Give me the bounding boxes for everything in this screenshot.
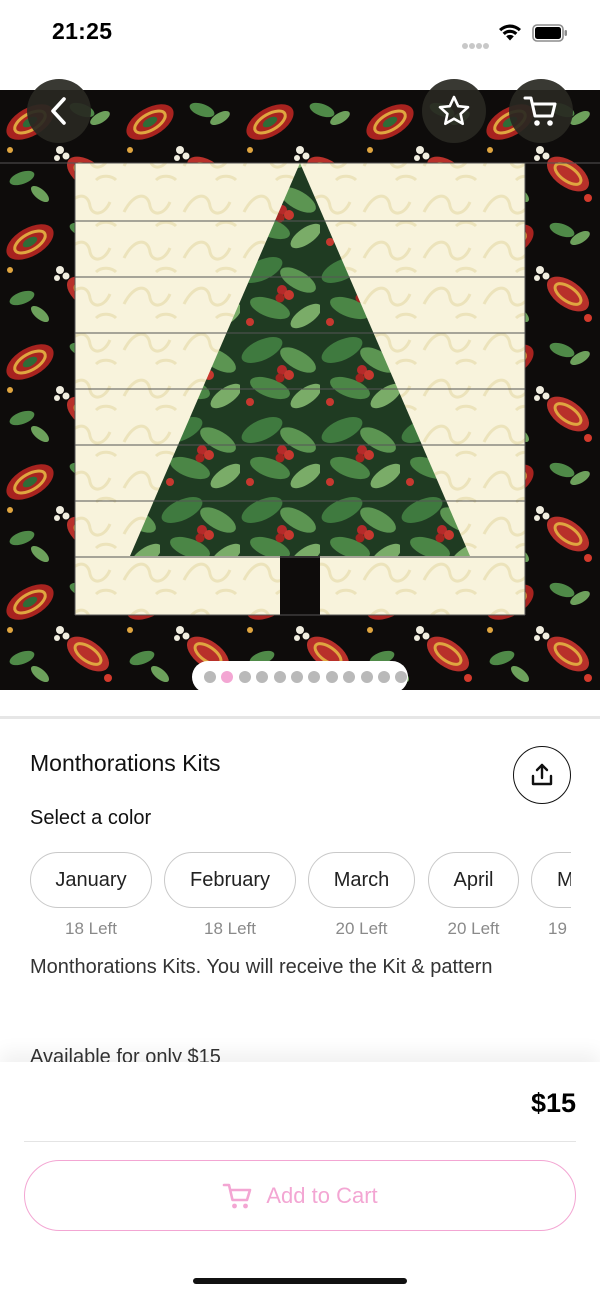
- cart-icon: [523, 96, 557, 126]
- star-icon: [438, 95, 470, 126]
- header-cart-button[interactable]: [509, 79, 573, 143]
- color-chip-january[interactable]: January: [30, 852, 152, 908]
- image-pager[interactable]: [192, 661, 408, 693]
- product-image[interactable]: [0, 90, 600, 690]
- color-chip-february[interactable]: February: [164, 852, 296, 908]
- pager-dot[interactable]: [308, 671, 321, 683]
- back-button[interactable]: [27, 79, 91, 143]
- home-indicator: [193, 1278, 407, 1284]
- pager-dot[interactable]: [395, 671, 408, 683]
- favorite-button[interactable]: [422, 79, 486, 143]
- share-button[interactable]: [513, 746, 571, 804]
- pager-dot[interactable]: [360, 671, 373, 683]
- color-option: February 18 Left: [164, 852, 296, 939]
- pager-dot[interactable]: [378, 671, 390, 683]
- color-option: M 19 L: [531, 852, 571, 939]
- product-description: Monthorations Kits. You will receive the…: [30, 956, 493, 978]
- pager-dot[interactable]: [221, 671, 234, 683]
- pager-dot[interactable]: [256, 671, 269, 683]
- pager-dot[interactable]: [204, 671, 216, 683]
- stock-label: 19 L: [548, 919, 571, 938]
- divider: [24, 1141, 576, 1142]
- stock-label: 20 Left: [447, 919, 500, 938]
- cart-icon: [223, 1183, 252, 1208]
- select-color-label: Select a color: [30, 807, 152, 829]
- stock-label: 20 Left: [335, 919, 388, 938]
- product-title: Monthorations Kits: [30, 750, 221, 776]
- pager-dot[interactable]: [325, 671, 338, 683]
- stock-label: 18 Left: [204, 919, 256, 938]
- signal-icon: [462, 36, 490, 54]
- battery-icon: [532, 24, 567, 42]
- stock-label: 18 Left: [65, 919, 117, 938]
- color-option: April 20 Left: [428, 852, 519, 939]
- add-to-cart-label: Add to Cart: [266, 1182, 378, 1208]
- color-option: January 18 Left: [30, 852, 152, 939]
- pager-dot[interactable]: [238, 671, 251, 683]
- color-option: March 20 Left: [308, 852, 415, 939]
- wifi-icon: [499, 24, 521, 41]
- chevron-left-icon: [51, 97, 66, 125]
- divider: [0, 716, 600, 719]
- purchase-panel: $15 Add to Cart: [0, 1062, 600, 1299]
- pager-dot[interactable]: [273, 671, 286, 683]
- share-icon: [531, 763, 553, 786]
- status-time: 21:25: [52, 18, 113, 44]
- color-chip-march[interactable]: March: [308, 852, 415, 908]
- price: $15: [530, 1088, 576, 1118]
- pager-dot[interactable]: [291, 671, 303, 683]
- add-to-cart-button[interactable]: Add to Cart: [24, 1160, 576, 1231]
- color-chip-may[interactable]: M: [531, 852, 571, 908]
- color-chip-april[interactable]: April: [428, 852, 519, 908]
- status-bar: 21:25: [0, 0, 600, 70]
- pager-dot[interactable]: [343, 671, 356, 683]
- color-options: January 18 Left February 18 Left March 2…: [30, 852, 571, 942]
